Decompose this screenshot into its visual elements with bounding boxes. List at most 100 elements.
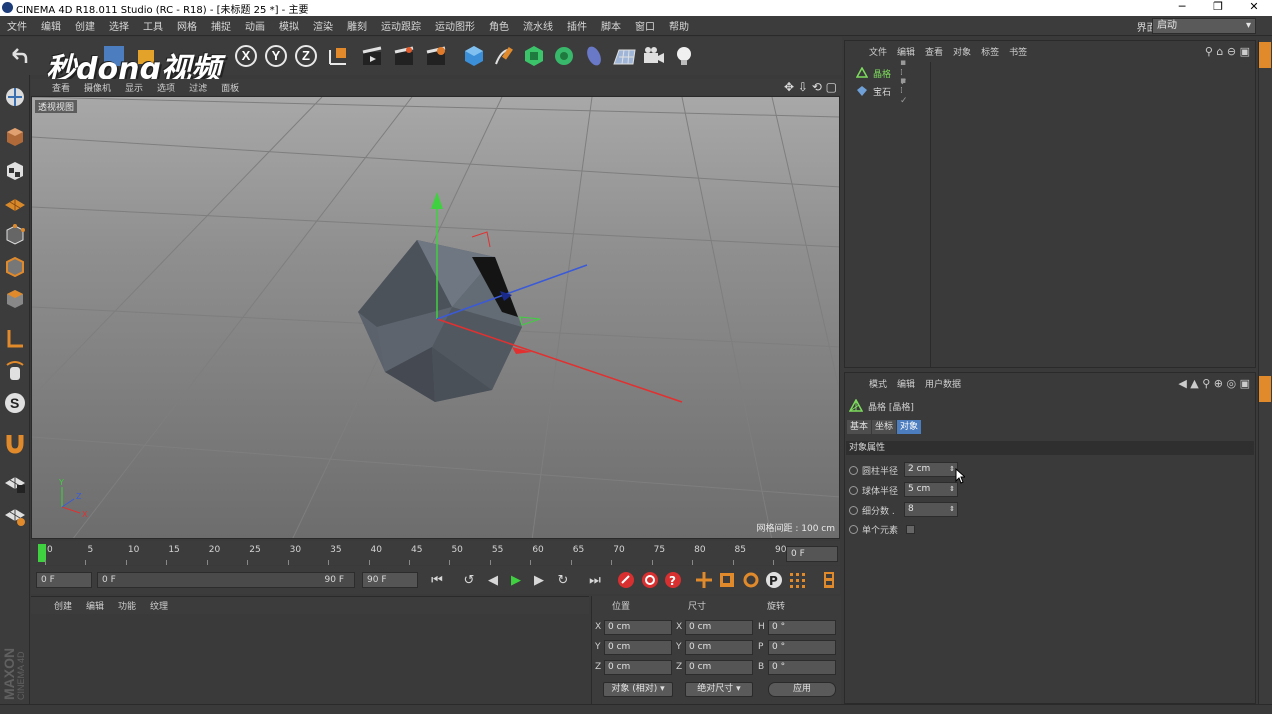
menu-create[interactable]: 创建: [68, 18, 102, 33]
attribute-menu-userdata[interactable]: 用户数据: [920, 377, 966, 390]
material-menu-texture[interactable]: 纹理: [143, 599, 175, 612]
y-axis-lock-button[interactable]: Y: [262, 42, 290, 70]
deformer-button[interactable]: [580, 42, 608, 70]
menu-script[interactable]: 脚本: [594, 18, 628, 33]
pos-y-field[interactable]: 0 cm: [604, 640, 672, 655]
side-tab-objects[interactable]: [1259, 42, 1271, 68]
key-position-button[interactable]: [694, 570, 714, 590]
menu-mograph[interactable]: 运动图形: [428, 18, 482, 33]
prev-key-button[interactable]: ↺: [459, 570, 479, 590]
menu-animate[interactable]: 动画: [238, 18, 272, 33]
subdivision-anim-toggle[interactable]: [849, 505, 858, 515]
rot-b-field[interactable]: 0 °: [768, 660, 836, 675]
attribute-manager-tools-icons[interactable]: ◀ ▲ ⚲ ⊕ ◎ ▣: [1178, 377, 1250, 390]
object-menu-tags[interactable]: 标签: [976, 45, 1004, 58]
menu-window[interactable]: 窗口: [628, 18, 662, 33]
viewport-navigation-icons[interactable]: ✥ ⇩ ⟲ ▢: [784, 80, 837, 94]
coordinate-mode-select[interactable]: 对象 (相对) ▾: [603, 682, 673, 697]
key-rotation-button[interactable]: [741, 570, 761, 590]
polygons-mode-button[interactable]: [2, 286, 28, 312]
viewport-menu-panel[interactable]: 面板: [214, 81, 246, 94]
x-axis-lock-button[interactable]: X: [232, 42, 260, 70]
edges-mode-button[interactable]: [2, 254, 28, 280]
menu-file[interactable]: 文件: [0, 18, 34, 33]
goto-start-button[interactable]: ⏮: [427, 570, 447, 590]
object-row-gem[interactable]: 宝石 ▪ ⁞ ✓: [856, 76, 908, 106]
sphere-radius-anim-toggle[interactable]: [849, 485, 858, 495]
tweak-mode-button[interactable]: [2, 358, 28, 384]
undo-button[interactable]: [4, 42, 32, 70]
menu-select[interactable]: 选择: [102, 18, 136, 33]
render-view-button[interactable]: [358, 42, 386, 70]
object-row-lattice[interactable]: 晶格 ▪ ⁞ ✓: [856, 58, 908, 88]
rot-p-field[interactable]: 0 °: [768, 640, 836, 655]
next-frame-button[interactable]: ▶: [529, 570, 549, 590]
material-menu-function[interactable]: 功能: [111, 599, 143, 612]
points-mode-button[interactable]: [2, 222, 28, 248]
pos-z-field[interactable]: 0 cm: [604, 660, 672, 675]
size-mode-select[interactable]: 绝对尺寸 ▾: [685, 682, 753, 697]
attribute-menu-mode[interactable]: 模式: [864, 377, 892, 390]
layout-select[interactable]: 启动: [1152, 18, 1256, 34]
pos-x-field[interactable]: 0 cm: [604, 620, 672, 635]
key-scale-button[interactable]: [717, 570, 737, 590]
rot-h-field[interactable]: 0 °: [768, 620, 836, 635]
size-y-field[interactable]: 0 cm: [685, 640, 753, 655]
material-menu-edit[interactable]: 编辑: [79, 599, 111, 612]
viewport-menu-filter[interactable]: 过滤: [182, 81, 214, 94]
start-frame-field[interactable]: 0 F: [36, 572, 92, 588]
subdivision-stepper[interactable]: ⇕: [949, 503, 955, 516]
play-button[interactable]: ▶: [506, 570, 526, 590]
menu-help[interactable]: 帮助: [662, 18, 696, 33]
next-key-button[interactable]: ↻: [553, 570, 573, 590]
menu-render[interactable]: 渲染: [306, 18, 340, 33]
z-axis-lock-button[interactable]: Z: [292, 42, 320, 70]
render-picture-viewer-button[interactable]: [390, 42, 418, 70]
current-frame-field[interactable]: 0 F: [786, 546, 838, 562]
camera-button[interactable]: [640, 42, 668, 70]
object-menu-bookmarks[interactable]: 书签: [1004, 45, 1032, 58]
end-frame-field[interactable]: 90 F: [362, 572, 418, 588]
object-menu-objects[interactable]: 对象: [948, 45, 976, 58]
menu-mesh[interactable]: 网格: [170, 18, 204, 33]
subdivision-field[interactable]: 8 ⇕: [904, 502, 958, 517]
gem-visibility-icon[interactable]: ▪ ⁞ ✓: [900, 76, 908, 106]
object-menu-file[interactable]: 文件: [864, 45, 892, 58]
timeline-layout-button[interactable]: [819, 570, 839, 590]
magnet-button[interactable]: [2, 430, 28, 456]
menu-simulate[interactable]: 模拟: [272, 18, 306, 33]
size-z-field[interactable]: 0 cm: [685, 660, 753, 675]
subdivision-surface-button[interactable]: [520, 42, 548, 70]
viewport-menu-cameras[interactable]: 摄像机: [77, 81, 118, 94]
menu-character[interactable]: 角色: [482, 18, 516, 33]
key-parameter-button[interactable]: P: [764, 570, 784, 590]
planar-workplane-button[interactable]: [2, 502, 28, 528]
minimize-button[interactable]: ─: [1164, 0, 1200, 16]
preview-range-slider[interactable]: 0 F 90 F: [97, 572, 355, 588]
viewport-menu-display[interactable]: 显示: [118, 81, 150, 94]
viewport-menu-view[interactable]: 查看: [45, 81, 77, 94]
workplane-mode-button[interactable]: [2, 190, 28, 216]
cylinder-radius-anim-toggle[interactable]: [849, 465, 858, 475]
coordinate-system-button[interactable]: [324, 42, 352, 70]
locked-workplane-button[interactable]: [2, 470, 28, 496]
menu-pipeline[interactable]: 流水线: [516, 18, 560, 33]
cylinder-radius-field[interactable]: 2 cm ⇕: [904, 462, 958, 477]
snap-button[interactable]: S: [2, 390, 28, 416]
size-x-field[interactable]: 0 cm: [685, 620, 753, 635]
menu-motion-tracking[interactable]: 运动跟踪: [374, 18, 428, 33]
menu-snap[interactable]: 捕捉: [204, 18, 238, 33]
single-element-checkbox[interactable]: [906, 524, 916, 534]
texture-mode-button[interactable]: [2, 158, 28, 184]
viewport-menu-options[interactable]: 选项: [150, 81, 182, 94]
side-tab-attributes[interactable]: [1259, 376, 1271, 402]
keyframe-selection-button[interactable]: ?: [663, 570, 683, 590]
record-keys-button[interactable]: [616, 570, 636, 590]
floor-button[interactable]: [610, 42, 638, 70]
tab-basic[interactable]: 基本: [847, 420, 872, 434]
make-editable-button[interactable]: [2, 84, 28, 110]
goto-end-button[interactable]: ⏭: [585, 570, 605, 590]
light-button[interactable]: [670, 42, 698, 70]
menu-plugins[interactable]: 插件: [560, 18, 594, 33]
tab-coordinates[interactable]: 坐标: [872, 420, 897, 434]
